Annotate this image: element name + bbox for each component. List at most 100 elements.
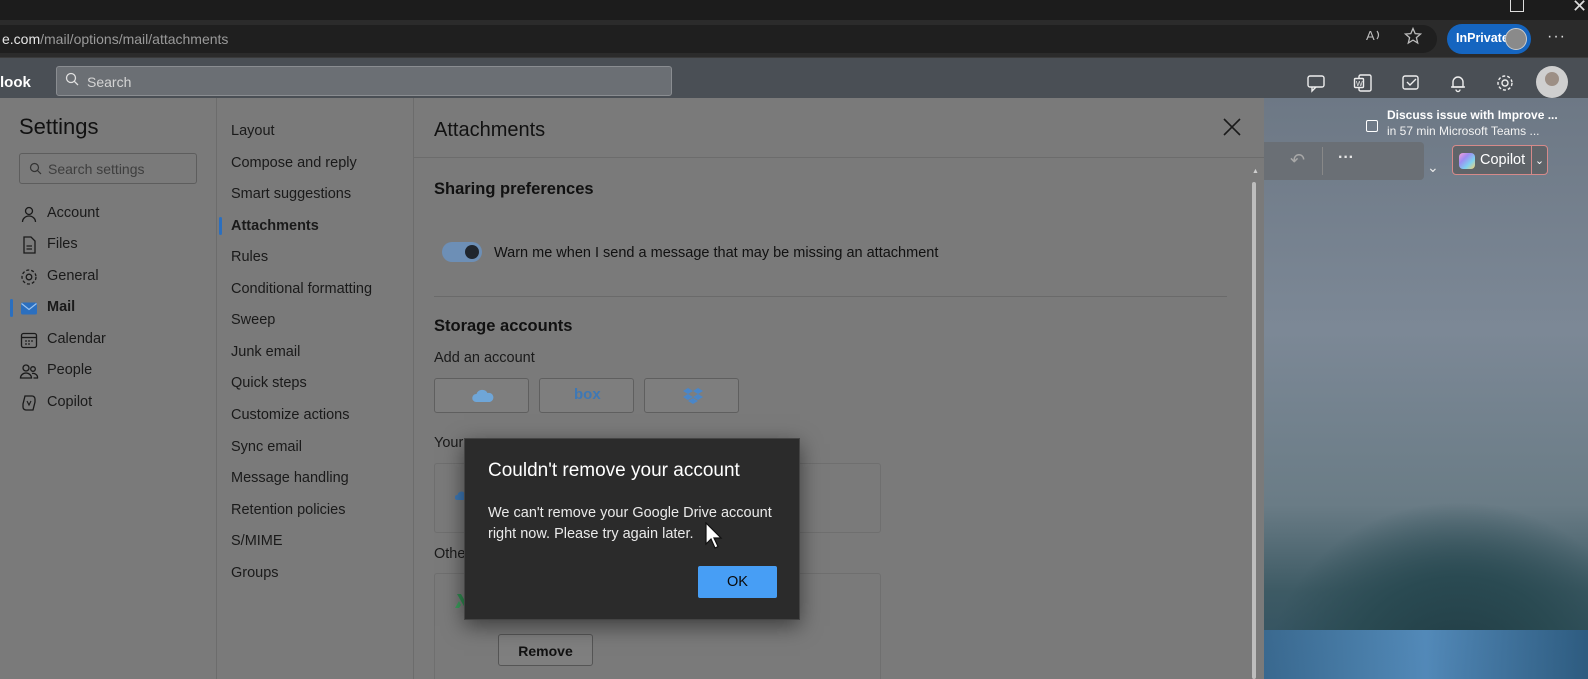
other-accounts-label: Othe [434, 546, 466, 562]
ribbon-expand-icon[interactable]: ⌄ [1427, 159, 1439, 176]
nav-label: Files [47, 236, 78, 252]
meeting-reminder[interactable]: Discuss issue with Improve ... in 57 min… [1360, 108, 1560, 142]
dropbox-icon [683, 388, 703, 404]
ribbon-more-button[interactable]: ··· [1338, 149, 1354, 167]
file-icon [23, 236, 36, 254]
warn-missing-attachment-toggle[interactable] [442, 242, 482, 262]
nav-item-mail[interactable]: Mail [19, 296, 209, 320]
subnav-sync-email[interactable]: Sync email [231, 439, 302, 455]
nav-item-account[interactable]: Account [19, 202, 209, 226]
dialog-title: Couldn't remove your account [488, 460, 740, 481]
browser-more-button[interactable]: ··· [1547, 28, 1566, 46]
subnav-junk-email[interactable]: Junk email [231, 344, 300, 360]
mail-search-input[interactable]: Search [56, 66, 672, 96]
remove-account-button[interactable]: Remove [498, 634, 593, 666]
subnav-active-indicator [219, 217, 222, 235]
subnav-quick-steps[interactable]: Quick steps [231, 375, 307, 391]
gear-icon [21, 269, 37, 285]
add-dropbox-button[interactable] [644, 378, 739, 413]
app-brand[interactable]: look [0, 74, 31, 91]
box-logo-icon: box [574, 386, 601, 403]
add-onedrive-button[interactable] [434, 378, 529, 413]
page-title: Attachments [434, 119, 546, 141]
subnav-groups[interactable]: Groups [231, 565, 279, 581]
search-icon [65, 72, 79, 86]
mouse-pointer-icon [705, 522, 723, 549]
nav-item-copilot[interactable]: Copilot [19, 391, 209, 415]
tasks-icon[interactable] [1401, 73, 1421, 93]
active-indicator [10, 299, 13, 317]
svg-text:A: A [1366, 28, 1375, 43]
subnav-attachments[interactable]: Attachments [231, 218, 319, 234]
teams-chat-icon[interactable] [1306, 73, 1326, 93]
inprivate-label: InPrivate [1456, 31, 1509, 45]
subnav-rules[interactable]: Rules [231, 249, 268, 265]
subnav-layout[interactable]: Layout [231, 123, 275, 139]
restore-window-icon[interactable] [1510, 0, 1524, 12]
sharing-preferences-heading: Sharing preferences [434, 180, 594, 198]
nav-label: People [47, 362, 93, 378]
profile-avatar [1505, 28, 1527, 50]
subnav-conditional-formatting[interactable]: Conditional formatting [231, 281, 372, 297]
scrollbar-thumb[interactable] [1252, 182, 1256, 679]
search-icon [29, 162, 42, 175]
calendar-icon [20, 332, 38, 349]
copilot-label: Copilot [1480, 152, 1526, 168]
subnav-smart-suggestions[interactable]: Smart suggestions [231, 186, 351, 202]
error-dialog: Couldn't remove your account We can't re… [464, 438, 800, 620]
settings-gear-icon[interactable] [1495, 73, 1515, 93]
add-box-button[interactable]: box [539, 378, 634, 413]
attachments-header: Attachments [414, 98, 1264, 158]
outlook-header: look Search W [0, 58, 1588, 98]
notifications-bell-icon[interactable] [1448, 73, 1468, 93]
word-icon[interactable]: W [1353, 73, 1373, 93]
undo-icon[interactable]: ↶ [1290, 150, 1305, 171]
person-icon [21, 206, 37, 223]
nav-label: Mail [47, 299, 76, 315]
meeting-title: Discuss issue with Improve ... [1387, 108, 1558, 122]
warn-missing-attachment-label: Warn me when I send a message that may b… [494, 245, 939, 261]
read-aloud-icon[interactable]: A [1366, 27, 1384, 48]
section-divider [434, 296, 1227, 297]
background-water [1264, 630, 1588, 679]
nav-item-files[interactable]: Files [19, 233, 209, 257]
subnav-retention-policies[interactable]: Retention policies [231, 502, 345, 518]
close-window-icon[interactable]: ✕ [1572, 0, 1587, 17]
copilot-logo-icon [1459, 153, 1475, 169]
copilot-icon [22, 395, 36, 411]
search-placeholder: Search [87, 74, 132, 90]
dialog-message: We can't remove your Google Drive accoun… [488, 505, 772, 542]
onedrive-cloud-icon [472, 389, 494, 402]
nav-label: Account [47, 205, 100, 221]
nav-label: Copilot [47, 394, 93, 410]
nav-item-people[interactable]: People [19, 359, 209, 383]
account-avatar[interactable] [1536, 66, 1568, 98]
add-account-label: Add an account [434, 350, 535, 366]
subnav-message-handling[interactable]: Message handling [231, 470, 349, 486]
settings-scrollbar[interactable]: ▲ [1251, 168, 1259, 679]
favorite-star-icon[interactable] [1403, 26, 1423, 50]
your-accounts-label: Your [434, 435, 464, 451]
url-field[interactable]: e.com/mail/options/mail/attachments [0, 25, 1437, 53]
close-icon[interactable] [1221, 116, 1243, 138]
svg-text:W: W [1356, 81, 1363, 88]
scroll-up-arrow-icon[interactable]: ▲ [1252, 168, 1259, 175]
copilot-dropdown-chevron-icon[interactable]: ⌄ [1531, 146, 1547, 174]
nav-item-calendar[interactable]: Calendar [19, 328, 209, 352]
settings-search-input[interactable]: Search settings [19, 153, 197, 184]
subnav-compose-and-reply[interactable]: Compose and reply [231, 155, 357, 171]
browser-titlebar: ✕ [0, 0, 1588, 20]
subnav-smime[interactable]: S/MIME [231, 533, 283, 549]
mail-settings-subnav: Layout Compose and reply Smart suggestio… [217, 98, 414, 679]
address-bar: e.com/mail/options/mail/attachments A In… [0, 20, 1588, 58]
settings-search-placeholder: Search settings [48, 161, 145, 177]
nav-item-general[interactable]: General [19, 265, 209, 289]
url-text: e.com/mail/options/mail/attachments [2, 31, 229, 47]
copilot-button[interactable]: Copilot ⌄ [1452, 145, 1548, 175]
subnav-customize-actions[interactable]: Customize actions [231, 407, 349, 423]
subnav-sweep[interactable]: Sweep [231, 312, 275, 328]
mail-ribbon: ↶ ··· [1264, 142, 1424, 180]
people-icon [19, 364, 39, 379]
ok-button[interactable]: OK [698, 566, 777, 598]
inprivate-badge[interactable]: InPrivate [1447, 24, 1531, 54]
